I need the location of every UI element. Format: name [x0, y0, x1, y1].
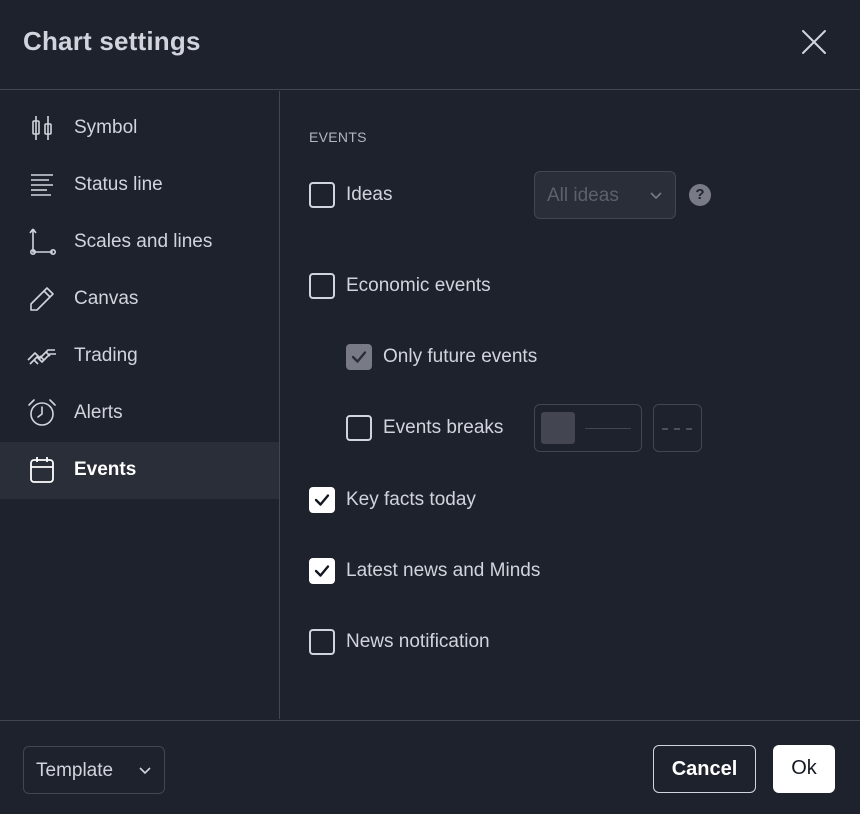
events-breaks-row[interactable]: Events breaks [346, 413, 526, 443]
pencil-icon [30, 287, 54, 311]
template-dropdown[interactable]: Template [23, 746, 165, 794]
news-notification-label: News notification [346, 631, 490, 652]
sidebar-item-label: Symbol [74, 117, 138, 138]
line-preview [585, 428, 631, 429]
sidebar-item-trading[interactable]: Trading [0, 328, 279, 385]
section-title: EVENTS [309, 129, 367, 145]
close-icon [802, 30, 826, 54]
economic-events-label: Economic events [346, 275, 491, 296]
sidebar-item-label: Scales and lines [74, 231, 213, 252]
sidebar-item-events[interactable]: Events [0, 442, 279, 499]
economic-events-row[interactable]: Economic events [309, 271, 549, 301]
status-line-icon [31, 174, 53, 196]
sidebar-item-scales-and-lines[interactable]: Scales and lines [0, 214, 279, 271]
ideas-checkbox[interactable] [309, 182, 335, 208]
candlestick-icon [32, 116, 52, 140]
events-breaks-checkbox[interactable] [346, 415, 372, 441]
sidebar-item-label: Status line [74, 174, 163, 195]
dashed-line-icon [662, 428, 692, 430]
latest-news-row[interactable]: Latest news and Minds [309, 556, 589, 586]
events-breaks-label: Events breaks [383, 417, 504, 438]
chevron-down-icon [139, 767, 151, 775]
settings-sidebar: Symbol Status line Scales and lines Canv… [0, 91, 280, 719]
sidebar-item-label: Canvas [74, 288, 139, 309]
sidebar-item-status-line[interactable]: Status line [0, 157, 279, 214]
news-notification-row[interactable]: News notification [309, 627, 549, 657]
economic-events-checkbox[interactable] [309, 273, 335, 299]
latest-news-checkbox[interactable] [309, 558, 335, 584]
ideas-filter-select[interactable]: All ideas [534, 171, 676, 219]
only-future-events-label: Only future events [383, 346, 538, 367]
checkmark-icon [314, 494, 330, 506]
calendar-icon [30, 457, 54, 483]
ideas-checkbox-row[interactable]: Ideas [309, 180, 509, 210]
checkmark-icon [351, 351, 367, 363]
sidebar-item-label: Trading [74, 345, 138, 366]
dialog-header: Chart settings [0, 0, 860, 90]
ok-button[interactable]: Ok [773, 745, 835, 793]
news-notification-checkbox[interactable] [309, 629, 335, 655]
events-panel: EVENTS Ideas All ideas ? Economic events… [281, 91, 860, 719]
events-breaks-dash-style-button[interactable] [653, 404, 702, 452]
chart-settings-dialog: Chart settings Symbol Status line Scales… [0, 0, 860, 814]
latest-news-label: Latest news and Minds [346, 560, 541, 581]
sidebar-item-label: Alerts [74, 402, 123, 423]
key-facts-today-row[interactable]: Key facts today [309, 485, 549, 515]
only-future-events-row[interactable]: Only future events [346, 342, 586, 372]
trading-icon [27, 349, 56, 365]
key-facts-today-checkbox[interactable] [309, 487, 335, 513]
sidebar-item-canvas[interactable]: Canvas [0, 271, 279, 328]
alarm-clock-icon [28, 399, 56, 426]
color-swatch [541, 412, 575, 444]
ideas-filter-value: All ideas [547, 185, 619, 206]
only-future-events-checkbox[interactable] [346, 344, 372, 370]
sidebar-item-alerts[interactable]: Alerts [0, 385, 279, 442]
template-label: Template [36, 760, 114, 781]
sidebar-item-label: Events [74, 459, 137, 480]
key-facts-today-label: Key facts today [346, 489, 476, 510]
chevron-down-icon [650, 192, 662, 200]
dialog-footer: Template Cancel Ok [0, 720, 860, 814]
ok-label: Ok [791, 757, 817, 779]
help-icon[interactable]: ? [689, 184, 711, 206]
dialog-title: Chart settings [23, 26, 201, 56]
cancel-button[interactable]: Cancel [653, 745, 756, 793]
scales-icon [29, 228, 56, 255]
ideas-label: Ideas [346, 184, 393, 205]
help-glyph: ? [695, 186, 705, 203]
close-button[interactable] [798, 26, 830, 58]
cancel-label: Cancel [671, 758, 738, 780]
events-breaks-line-style-button[interactable] [534, 404, 642, 452]
sidebar-item-symbol[interactable]: Symbol [0, 100, 279, 157]
checkmark-icon [314, 565, 330, 577]
